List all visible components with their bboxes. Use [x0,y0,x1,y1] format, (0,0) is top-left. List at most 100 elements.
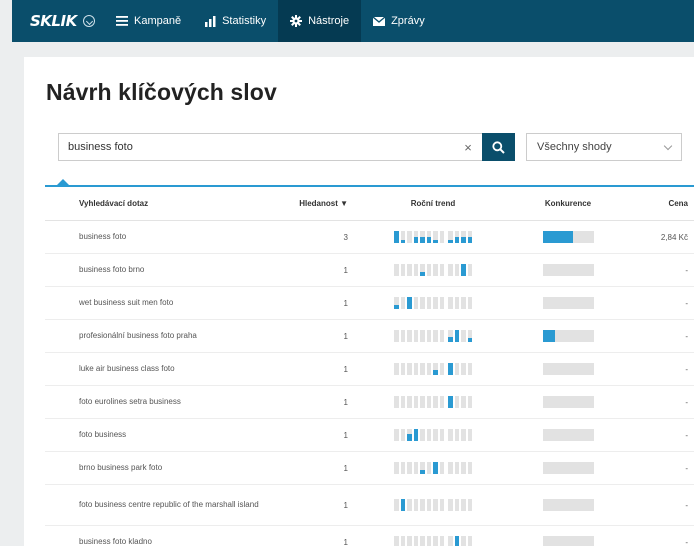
trend-cell [348,462,518,474]
table-row[interactable]: foto eurolines setra business 1 - [45,386,694,419]
header-price[interactable]: Cena [618,199,694,208]
table-row[interactable]: foto business centre republic of the mar… [45,485,694,526]
trend-bar-fill [433,370,438,375]
table-row[interactable]: business foto brno 1 - [45,254,694,287]
trend-bar-fill [433,462,438,474]
search-input[interactable] [59,134,457,160]
table-row[interactable]: business foto 3 2,84 Kč [45,221,694,254]
trend-bar [448,499,453,511]
trend-bar-fill [420,470,425,474]
envelope-icon [373,16,386,26]
trend-bar [439,499,444,511]
competition-cell [518,363,618,375]
query-cell: luke air business class foto [79,364,175,373]
trend-bar [467,330,472,342]
trend-bar-fill [394,231,399,243]
trend-cell [348,231,518,243]
header-competition[interactable]: Konkurence [518,199,618,208]
trend-bar [439,330,444,342]
trend-bar [433,396,438,408]
trend-bar [426,536,431,546]
trend-cell [348,536,518,546]
header-trend[interactable]: Roční trend [348,199,518,208]
search-button[interactable] [482,133,515,161]
trend-sparkline [394,297,472,309]
nav-item-nastroje[interactable]: Nástroje [278,0,362,42]
search-icon [492,140,505,154]
trend-bar [407,264,412,276]
trend-bar [407,330,412,342]
nav-item-zpravy[interactable]: Zprávy [361,0,437,42]
competition-bar [542,396,594,408]
price-cell: - [685,397,688,407]
trend-bar [407,499,412,511]
trend-bar [454,330,459,342]
trend-sparkline [394,462,472,474]
volume-cell: 1 [343,500,348,510]
trend-bar [426,330,431,342]
trend-bar [394,536,399,546]
trend-sparkline [394,396,472,408]
trend-bar [433,499,438,511]
trend-bar [413,396,418,408]
volume-cell: 1 [343,364,348,374]
trend-cell [348,330,518,342]
table-body: business foto 3 2,84 Kč business foto brno 1… [45,221,694,546]
logo-text: SKLIK [30,12,77,30]
header-volume[interactable]: Hledanost ▼ [259,199,348,208]
trend-bar [413,297,418,309]
trend-bar-fill [448,337,453,342]
trend-bar [454,499,459,511]
trend-bar [448,264,453,276]
volume-cell: 1 [343,331,348,341]
trend-bar [394,462,399,474]
competition-cell [518,499,618,511]
keyword-table: Vyhledávací dotaz Hledanost ▼ Roční tren… [45,185,694,546]
match-type-value: Všechny shody [537,141,612,153]
trend-sparkline [394,499,472,511]
table-row[interactable]: brno business park foto 1 - [45,452,694,485]
table-row[interactable]: wet business suit men foto 1 - [45,287,694,320]
trend-bar [394,330,399,342]
competition-bar [542,330,594,342]
match-type-select[interactable]: Všechny shody [526,133,682,161]
volume-cell: 1 [343,430,348,440]
logo[interactable]: SKLIK [12,12,104,30]
nav-item-kampane[interactable]: Kampaně [104,0,193,42]
trend-bar [426,363,431,375]
table-row[interactable]: business foto kladno 1 - [45,526,694,546]
trend-bar [439,297,444,309]
nav-item-statistiky[interactable]: Statistiky [193,0,278,42]
competition-cell [518,264,618,276]
trend-bar [461,231,466,243]
trend-bar [413,264,418,276]
trend-bar [461,297,466,309]
trend-bar-fill [454,330,459,342]
trend-bar [433,231,438,243]
trend-bar [448,297,453,309]
trend-sparkline [394,264,472,276]
trend-bar [400,330,405,342]
trend-bar [413,499,418,511]
price-cell: - [685,463,688,473]
trend-bar-fill [467,237,472,243]
table-row[interactable]: luke air business class foto 1 - [45,353,694,386]
clear-icon[interactable]: × [457,140,479,155]
price-cell: - [685,298,688,308]
trend-bar [407,462,412,474]
price-cell: - [685,364,688,374]
competition-fill [542,231,574,243]
trend-bar [461,363,466,375]
trend-bar [467,363,472,375]
trend-sparkline [394,231,472,243]
trend-bar [454,264,459,276]
table-row[interactable]: profesionální business foto praha 1 - [45,320,694,353]
trend-bar [426,429,431,441]
trend-bar [413,429,418,441]
trend-sparkline [394,429,472,441]
table-row[interactable]: foto business 1 - [45,419,694,452]
chevron-down-icon[interactable] [82,15,95,27]
trend-bar-fill [461,264,466,276]
header-query[interactable]: Vyhledávací dotaz [45,197,259,211]
trend-bar-fill [433,240,438,243]
